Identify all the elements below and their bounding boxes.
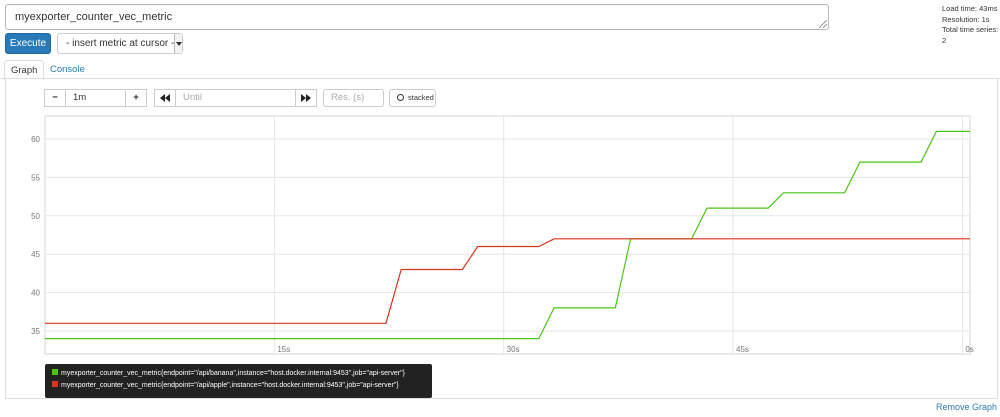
remove-graph-link[interactable]: Remove Graph [936, 402, 997, 412]
plot-area [44, 115, 971, 355]
series-line [45, 130, 970, 340]
time-series-chart[interactable]: 35 40 45 50 55 60 15s 30s 45s 0s [0, 0, 1000, 417]
y-tick-label: 50 [31, 212, 40, 221]
legend-label: myexporter_counter_vec_metric{endpoint="… [61, 382, 399, 389]
chart-legend: myexporter_counter_vec_metric{endpoint="… [45, 364, 432, 398]
series-line [45, 238, 970, 324]
legend-swatch [52, 369, 58, 375]
y-tick-label: 35 [31, 327, 40, 336]
y-tick-label: 40 [31, 289, 40, 298]
legend-item[interactable]: myexporter_counter_vec_metric{endpoint="… [52, 380, 425, 392]
legend-label: myexporter_counter_vec_metric{endpoint="… [61, 370, 405, 377]
x-tick-label: 45s [736, 345, 749, 354]
x-tick-label: 0s [965, 345, 973, 354]
y-tick-label: 55 [31, 173, 40, 182]
x-tick-label: 15s [277, 345, 290, 354]
legend-swatch [52, 381, 58, 387]
y-tick-label: 45 [31, 250, 40, 259]
y-tick-label: 60 [31, 135, 40, 144]
legend-item[interactable]: myexporter_counter_vec_metric{endpoint="… [52, 368, 425, 380]
x-tick-label: 30s [507, 345, 520, 354]
